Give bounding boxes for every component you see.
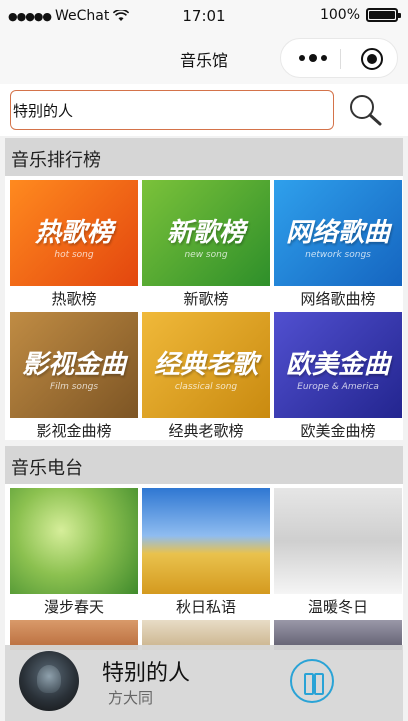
battery-percent: 100% [319, 7, 360, 23]
radio-grid: 漫步春天 秋日私语 温暖冬日 [5, 484, 403, 650]
cover-text: 网络歌曲 [285, 218, 390, 248]
chart-tile-western[interactable]: 欧美金曲 Europe & America 欧美金曲榜 [274, 312, 402, 444]
cover-subtext: network songs [305, 250, 371, 260]
radio-label: 秋日私语 [175, 598, 236, 616]
chart-cover-classic: 经典老歌 classical song [142, 312, 270, 418]
chart-tile-network[interactable]: 网络歌曲 network songs 网络歌曲榜 [274, 180, 402, 312]
chart-cover-western: 欧美金曲 Europe & America [274, 312, 402, 418]
section-header-radio: 音乐电台 [5, 446, 403, 484]
section-title-radio: 音乐电台 [11, 458, 83, 479]
chart-label: 影视金曲榜 [36, 422, 112, 440]
chart-label: 网络歌曲榜 [300, 290, 376, 308]
radio-label: 漫步春天 [43, 598, 104, 616]
battery-icon [366, 8, 401, 22]
chart-cover-new: 新歌榜 new song [142, 180, 270, 286]
radio-cover-winter [274, 488, 402, 594]
cover-text: 新歌榜 [166, 218, 245, 248]
close-miniprogram-icon[interactable] [361, 48, 383, 70]
chart-label: 经典老歌榜 [168, 422, 244, 440]
cover-subtext: new song [184, 250, 228, 260]
album-avatar[interactable] [19, 651, 79, 711]
cover-text: 经典老歌 [153, 350, 258, 380]
section-header-charts: 音乐排行榜 [5, 138, 403, 176]
chart-label: 热歌榜 [51, 290, 97, 308]
search-box [10, 90, 334, 130]
radio-tile-autumn[interactable]: 秋日私语 [142, 488, 270, 620]
charts-grid: 热歌榜 hot song 热歌榜 新歌榜 new song 新歌榜 网络歌曲 n… [5, 176, 403, 440]
search-input[interactable] [11, 91, 333, 129]
chart-tile-film[interactable]: 影视金曲 Film songs 影视金曲榜 [10, 312, 138, 444]
radio-cover-spring [10, 488, 138, 594]
chart-tile-new[interactable]: 新歌榜 new song 新歌榜 [142, 180, 270, 312]
chart-label: 新歌榜 [183, 290, 229, 308]
section-title-charts: 音乐排行榜 [11, 150, 101, 171]
now-playing-title: 特别的人 [102, 661, 191, 686]
search-icon[interactable] [346, 92, 386, 128]
radio-cover-autumn [142, 488, 270, 594]
cover-text: 热歌榜 [34, 218, 113, 248]
cover-text: 欧美金曲 [285, 350, 390, 380]
nav-bar: 音乐馆 [0, 32, 408, 84]
chart-cover-hot: 热歌榜 hot song [10, 180, 138, 286]
mini-player[interactable]: 特别的人 方大同 [5, 645, 403, 721]
radio-label: 温暖冬日 [307, 598, 368, 616]
more-icon[interactable] [295, 51, 331, 65]
pause-icon[interactable] [290, 659, 334, 703]
status-right: 100% [319, 7, 401, 23]
capsule-menu [280, 38, 398, 78]
cover-subtext: Film songs [49, 382, 99, 392]
chart-tile-classic[interactable]: 经典老歌 classical song 经典老歌榜 [142, 312, 270, 444]
cover-subtext: classical song [174, 382, 238, 392]
chart-label: 欧美金曲榜 [300, 422, 376, 440]
cover-text: 影视金曲 [21, 350, 126, 380]
chart-cover-film: 影视金曲 Film songs [10, 312, 138, 418]
cover-subtext: hot song [54, 250, 94, 260]
cover-subtext: Europe & America [297, 382, 379, 392]
chart-tile-hot[interactable]: 热歌榜 hot song 热歌榜 [10, 180, 138, 312]
chart-cover-network: 网络歌曲 network songs [274, 180, 402, 286]
radio-tile-spring[interactable]: 漫步春天 [10, 488, 138, 620]
status-bar: ●●●●● WeChat 17:01 100% [0, 0, 408, 32]
now-playing-artist: 方大同 [108, 689, 154, 707]
radio-tile-winter[interactable]: 温暖冬日 [274, 488, 402, 620]
capsule-divider [340, 49, 341, 69]
search-row [0, 84, 408, 136]
